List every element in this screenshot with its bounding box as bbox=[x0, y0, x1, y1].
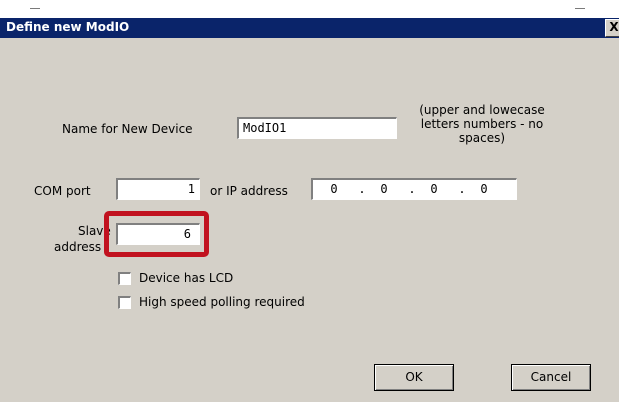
ip-separator: . bbox=[408, 182, 416, 196]
ip-octet-4: 0 bbox=[480, 182, 488, 196]
dialog-window: Define new ModIO X Name for New Device M… bbox=[0, 0, 619, 402]
high-speed-polling-checkbox[interactable] bbox=[118, 296, 131, 309]
hint-line: letters numbers - no bbox=[420, 117, 544, 131]
device-name-hint: (upper and lowecase letters numbers - no… bbox=[402, 103, 562, 145]
ip-address-label: or IP address bbox=[210, 184, 288, 198]
device-has-lcd-checkbox[interactable] bbox=[118, 272, 131, 285]
hint-line: (upper and lowecase bbox=[419, 103, 545, 117]
ip-address-input[interactable]: 0 . 0 . 0 . 0 bbox=[311, 178, 517, 200]
strip-tick bbox=[575, 8, 585, 9]
ip-octet-1: 0 bbox=[330, 182, 338, 196]
title-bar[interactable]: Define new ModIO X bbox=[0, 18, 619, 38]
highlight-annotation bbox=[104, 211, 209, 257]
hint-line: spaces) bbox=[458, 131, 506, 145]
device-name-input[interactable]: ModIO1 bbox=[237, 117, 397, 139]
close-icon: X bbox=[609, 20, 619, 34]
ip-octet-2: 0 bbox=[380, 182, 388, 196]
ok-button[interactable]: OK bbox=[374, 364, 454, 391]
cancel-button[interactable]: Cancel bbox=[511, 364, 591, 391]
ip-separator: . bbox=[458, 182, 466, 196]
com-port-label: COM port bbox=[34, 184, 91, 198]
dialog-title: Define new ModIO bbox=[6, 20, 130, 34]
ip-separator: . bbox=[358, 182, 366, 196]
ip-octet-3: 0 bbox=[430, 182, 438, 196]
device-name-label: Name for New Device bbox=[62, 122, 193, 136]
strip-tick bbox=[30, 8, 40, 9]
background-window-strip bbox=[0, 0, 619, 18]
high-speed-polling-label: High speed polling required bbox=[139, 295, 305, 309]
close-button[interactable]: X bbox=[605, 19, 619, 37]
com-port-input[interactable]: 1 bbox=[116, 178, 200, 200]
device-has-lcd-label: Device has LCD bbox=[139, 271, 234, 285]
slave-address-label-line2: address bbox=[54, 240, 102, 254]
